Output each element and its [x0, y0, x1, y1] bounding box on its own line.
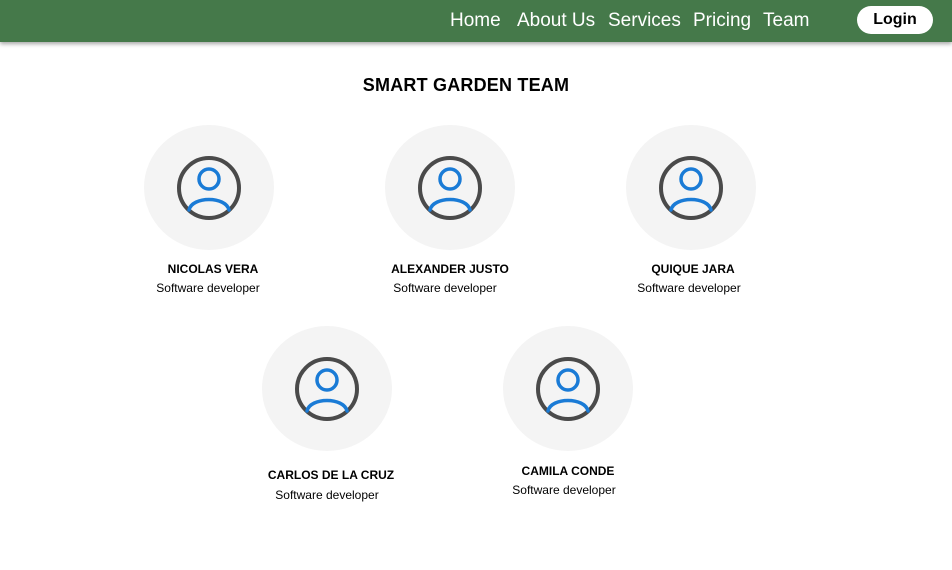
member-role: Software developer: [275, 488, 379, 502]
avatar: [262, 326, 392, 451]
user-circle-icon: [536, 357, 600, 421]
page-title: SMART GARDEN TEAM: [362, 75, 570, 95]
user-circle-icon: [659, 156, 723, 220]
user-circle-icon: [295, 357, 359, 421]
avatar: [626, 125, 756, 250]
member-role: Software developer: [637, 281, 741, 295]
top-navbar: Home About Us Services Pricing Team Logi…: [0, 0, 952, 42]
member-name: CAMILA CONDE: [521, 464, 615, 478]
user-circle-icon: [418, 156, 482, 220]
member-role: Software developer: [156, 281, 260, 295]
member-name: QUIQUE JARA: [651, 262, 735, 276]
avatar: [503, 326, 633, 451]
member-name: ALEXANDER JUSTO: [391, 262, 509, 276]
login-button[interactable]: Login: [857, 6, 933, 34]
member-name: NICOLAS VERA: [167, 262, 259, 276]
nav-link-about-us[interactable]: About Us: [517, 10, 595, 32]
nav-link-pricing[interactable]: Pricing: [693, 10, 751, 32]
nav-link-team[interactable]: Team: [763, 10, 809, 32]
member-name: CARLOS DE LA CRUZ: [267, 468, 395, 482]
avatar: [385, 125, 515, 250]
nav-link-services[interactable]: Services: [608, 10, 681, 32]
nav-link-home[interactable]: Home: [450, 10, 501, 32]
user-circle-icon: [177, 156, 241, 220]
member-role: Software developer: [393, 281, 497, 295]
member-role: Software developer: [512, 483, 616, 497]
avatar: [144, 125, 274, 250]
